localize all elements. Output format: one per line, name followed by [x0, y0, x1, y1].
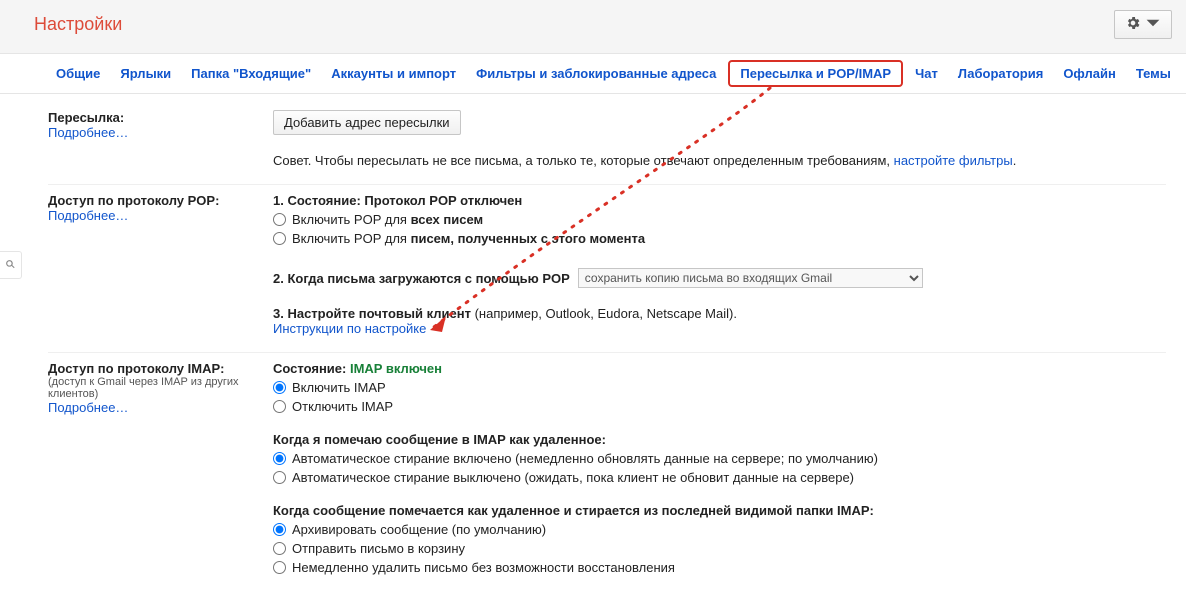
imap-expunge-heading: Когда я помечаю сообщение в IMAP как уда…: [273, 432, 1166, 447]
imap-lf-archive-radio[interactable]: [273, 523, 286, 536]
imap-status-value: IMAP включен: [350, 361, 442, 376]
page-title: Настройки: [34, 14, 122, 35]
tab-7[interactable]: Лаборатория: [950, 62, 1051, 85]
imap-expunge-on-radio[interactable]: [273, 452, 286, 465]
forward-tip-suffix: .: [1013, 153, 1017, 168]
imap-subtext: (доступ к Gmail через IMAP из других кли…: [48, 376, 263, 400]
pop-more-link[interactable]: Подробнее…: [48, 208, 128, 223]
add-forward-address-button[interactable]: Добавить адрес пересылки: [273, 110, 461, 135]
imap-lf-trash-radio[interactable]: [273, 542, 286, 555]
imap-expunge-off-radio[interactable]: [273, 471, 286, 484]
imap-lf-delete-label: Немедленно удалить письмо без возможност…: [292, 560, 675, 575]
imap-heading: Доступ по протоколу IMAP:: [48, 361, 263, 376]
pop-enable-new-bold: писем, полученных с этого момента: [411, 231, 645, 246]
imap-expunge-off-label: Автоматическое стирание выключено (ожида…: [292, 470, 854, 485]
imap-lastfolder-heading: Когда сообщение помечается как удаленное…: [273, 503, 1166, 518]
tab-9[interactable]: Темы: [1128, 62, 1179, 85]
gear-icon: [1125, 15, 1141, 34]
pop-status-label: 1. Состояние:: [273, 193, 364, 208]
imap-more-link[interactable]: Подробнее…: [48, 400, 128, 415]
chevron-down-icon: [1145, 15, 1161, 34]
pop-status-value: Протокол POP отключен: [364, 193, 522, 208]
pop-enable-new-prefix: Включить POP для: [292, 231, 411, 246]
imap-lf-trash-label: Отправить письмо в корзину: [292, 541, 465, 556]
imap-enable-label: Включить IMAP: [292, 380, 386, 395]
imap-disable-radio[interactable]: [273, 400, 286, 413]
tab-1[interactable]: Ярлыки: [112, 62, 179, 85]
forward-tip-text: Совет. Чтобы пересылать не все письма, а…: [273, 153, 894, 168]
tab-0[interactable]: Общие: [48, 62, 108, 85]
pop-download-label: 2. Когда письма загружаются с помощью PO…: [273, 271, 570, 286]
imap-lf-delete-radio[interactable]: [273, 561, 286, 574]
tab-8[interactable]: Офлайн: [1055, 62, 1124, 85]
tab-3[interactable]: Аккаунты и импорт: [323, 62, 464, 85]
settings-gear-button[interactable]: [1114, 10, 1172, 39]
tab-6[interactable]: Чат: [907, 62, 946, 85]
tab-5[interactable]: Пересылка и POP/IMAP: [728, 60, 903, 87]
pop-download-select[interactable]: сохранить копию письма во входящих Gmail: [578, 268, 923, 288]
imap-disable-label: Отключить IMAP: [292, 399, 393, 414]
pop-enable-all-prefix: Включить POP для: [292, 212, 411, 227]
forwarding-heading: Пересылка:: [48, 110, 263, 125]
forwarding-more-link[interactable]: Подробнее…: [48, 125, 128, 140]
imap-expunge-on-label: Автоматическое стирание включено (немедл…: [292, 451, 878, 466]
search-icon: [4, 259, 17, 274]
configure-filters-link[interactable]: настройте фильтры: [894, 153, 1013, 168]
imap-enable-radio[interactable]: [273, 381, 286, 394]
tab-4[interactable]: Фильтры и заблокированные адреса: [468, 62, 724, 85]
pop-client-paren: (например, Outlook, Eudora, Netscape Mai…: [471, 306, 737, 321]
imap-lf-archive-label: Архивировать сообщение (по умолчанию): [292, 522, 546, 537]
tab-2[interactable]: Папка "Входящие": [183, 62, 319, 85]
imap-status-label: Состояние:: [273, 361, 350, 376]
pop-heading: Доступ по протоколу POP:: [48, 193, 263, 208]
pop-enable-all-bold: всех писем: [411, 212, 484, 227]
pop-enable-all-radio[interactable]: [273, 213, 286, 226]
pop-client-prefix: 3. Настройте почтовый клиент: [273, 306, 471, 321]
pop-client-instructions-link[interactable]: Инструкции по настройке: [273, 321, 426, 336]
pop-enable-new-radio[interactable]: [273, 232, 286, 245]
side-search-button[interactable]: [0, 251, 22, 279]
